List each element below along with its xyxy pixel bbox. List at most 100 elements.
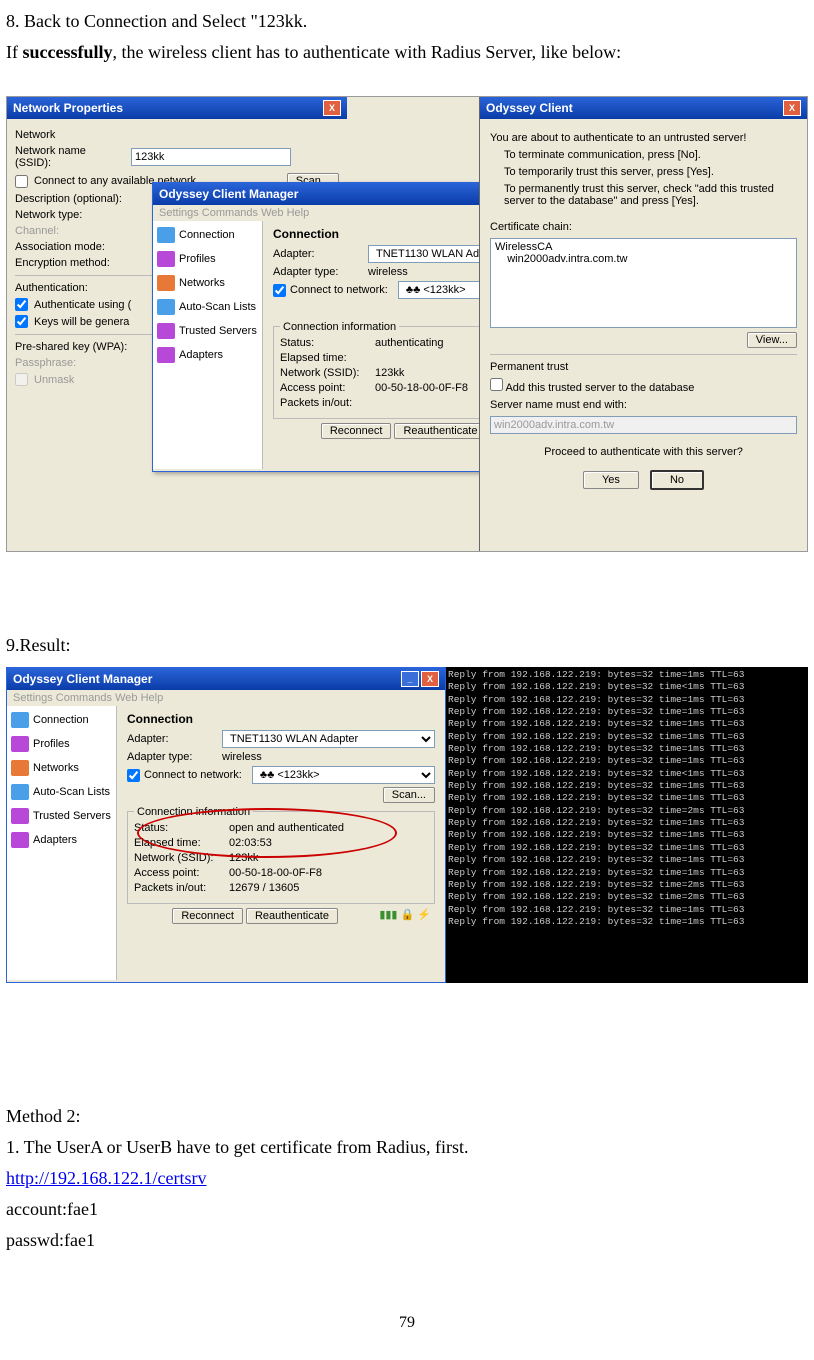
add-trusted-label: Add this trusted server to the database [505, 382, 694, 394]
side-prof-label: Profiles [179, 253, 216, 265]
reconnect-button[interactable]: Reconnect [321, 423, 392, 439]
sidebar-item-networks[interactable]: Networks [9, 756, 114, 780]
connection-icon [11, 712, 29, 728]
connect-net-check[interactable] [127, 769, 140, 782]
ping-console: Reply from 192.168.122.219: bytes=32 tim… [446, 667, 808, 983]
np-keys-check[interactable] [15, 315, 28, 328]
sidebar-item-profiles[interactable]: Profiles [9, 732, 114, 756]
side-auto-label: Auto-Scan Lists [179, 301, 256, 313]
server-name-label: Server name must end with: [490, 399, 797, 411]
profiles-icon [11, 736, 29, 752]
sidebar-item-adapters[interactable]: Adapters [155, 343, 260, 367]
packets-label: Packets in/out: [134, 882, 229, 894]
ocm-sidebar: Connection Profiles Networks Auto-Scan L… [153, 221, 263, 469]
reauth-button[interactable]: Reauthenticate [246, 908, 338, 924]
add-trusted-check[interactable] [490, 378, 503, 391]
np-ssid-input[interactable] [131, 148, 291, 166]
method2-step1: 1. The UserA or UserB have to get certif… [6, 1134, 808, 1161]
adapters-icon [11, 832, 29, 848]
connect-net-check[interactable] [273, 284, 286, 297]
sidebar-item-adapters[interactable]: Adapters [9, 828, 114, 852]
ap-value: 00-50-18-00-0F-F8 [375, 382, 468, 394]
side-conn-label: Connection [179, 229, 235, 241]
sidebar-item-autoscan[interactable]: Auto-Scan Lists [9, 780, 114, 804]
red-highlight-circle [137, 808, 397, 858]
elapsed-label: Elapsed time: [280, 352, 375, 364]
certsrv-link[interactable]: http://192.168.122.1/certsrv [6, 1168, 206, 1188]
np-auth-using-check[interactable] [15, 298, 28, 311]
cert-chain-box[interactable]: WirelessCA win2000adv.intra.com.tw [490, 238, 797, 328]
close-icon[interactable]: X [783, 100, 801, 116]
ocm2-titlebar: Odyssey Client Manager _ X [7, 668, 445, 690]
close-icon[interactable]: X [421, 671, 439, 687]
sidebar-item-trusted[interactable]: Trusted Servers [9, 804, 114, 828]
np-type-label: Network type: [15, 209, 125, 221]
np-titlebar: Network Properties X [7, 97, 347, 119]
side-trust-label: Trusted Servers [33, 810, 111, 822]
sidebar-item-networks[interactable]: Networks [155, 271, 260, 295]
np-assoc-label: Association mode: [15, 241, 125, 253]
side-auto-label: Auto-Scan Lists [33, 786, 110, 798]
side-prof-label: Profiles [33, 738, 70, 750]
adapter-label: Adapter: [273, 248, 368, 260]
no-button[interactable]: No [650, 470, 704, 490]
step8-line2: If successfully, the wireless client has… [6, 39, 808, 66]
networks-icon [157, 275, 175, 291]
networks-icon [11, 760, 29, 776]
sidebar-item-connection[interactable]: Connection [9, 708, 114, 732]
adapter-type-value: wireless [222, 751, 262, 763]
yes-button[interactable]: Yes [583, 471, 639, 489]
side-trust-label: Trusted Servers [179, 325, 257, 337]
step8-suffix: , the wireless client has to authenticat… [113, 42, 622, 62]
np-connect-any-check[interactable] [15, 175, 28, 188]
network-select[interactable]: ♣♣ <123kk> [252, 766, 435, 784]
connect-net-label: Connect to network: [290, 284, 388, 296]
minimize-icon[interactable]: _ [401, 671, 419, 687]
auth-opt2: To temporarily trust this server, press … [504, 166, 797, 178]
ap-label: Access point: [280, 382, 375, 394]
adapter-type-label: Adapter type: [127, 751, 222, 763]
step8-line1: 8. Back to Connection and Select "123kk. [6, 8, 808, 35]
auth-dialog: Odyssey Client X You are about to authen… [479, 97, 807, 552]
side-conn-label: Connection [33, 714, 89, 726]
method2-heading: Method 2: [6, 1103, 808, 1130]
sidebar-item-autoscan[interactable]: Auto-Scan Lists [155, 295, 260, 319]
reauth-button[interactable]: Reauthenticate [394, 423, 486, 439]
np-keys-label: Keys will be genera [34, 316, 129, 328]
screenshot-result: Odyssey Client Manager _ X Settings Comm… [6, 667, 808, 983]
view-button[interactable]: View... [747, 332, 797, 348]
page-number: 79 [6, 1314, 808, 1332]
auth-opt1: To terminate communication, press [No]. [504, 149, 797, 161]
server-name-input[interactable] [490, 416, 797, 434]
step8-prefix: If [6, 42, 23, 62]
adapter-select[interactable]: TNET1130 WLAN Adapter [222, 730, 435, 748]
reconnect-button[interactable]: Reconnect [172, 908, 243, 924]
trusted-icon [11, 808, 29, 824]
np-network-label: Network [15, 129, 339, 141]
passwd-line: passwd:fae1 [6, 1227, 808, 1254]
close-icon[interactable]: X [323, 100, 341, 116]
np-title: Network Properties [13, 101, 123, 115]
sidebar-item-profiles[interactable]: Profiles [155, 247, 260, 271]
adapter-type-value: wireless [368, 266, 408, 278]
ssid-label: Network (SSID): [280, 367, 375, 379]
step8-bold: successfully [23, 42, 113, 62]
connection-icon [157, 227, 175, 243]
np-channel-label: Channel: [15, 225, 125, 237]
np-encrypt-label: Encryption method: [15, 257, 125, 269]
sidebar-item-connection[interactable]: Connection [155, 223, 260, 247]
ocm-title: Odyssey Client Manager [159, 187, 298, 201]
conn-info-title: Connection information [280, 321, 399, 333]
ocm-scan-button[interactable]: Scan... [383, 787, 435, 803]
ap-value: 00-50-18-00-0F-F8 [229, 867, 322, 879]
account-line: account:fae1 [6, 1196, 808, 1223]
np-unmask-label: Unmask [34, 374, 74, 386]
ssid-value: 123kk [375, 367, 404, 379]
sidebar-item-trusted[interactable]: Trusted Servers [155, 319, 260, 343]
screenshot-auth-dialogs: Network Properties X Network Network nam… [6, 96, 808, 552]
cert-label: Certificate chain: [490, 221, 797, 233]
np-passphrase-label: Passphrase: [15, 357, 76, 369]
autoscan-icon [157, 299, 175, 315]
auth-title: Odyssey Client [486, 101, 573, 115]
connect-net-label: Connect to network: [144, 769, 242, 781]
